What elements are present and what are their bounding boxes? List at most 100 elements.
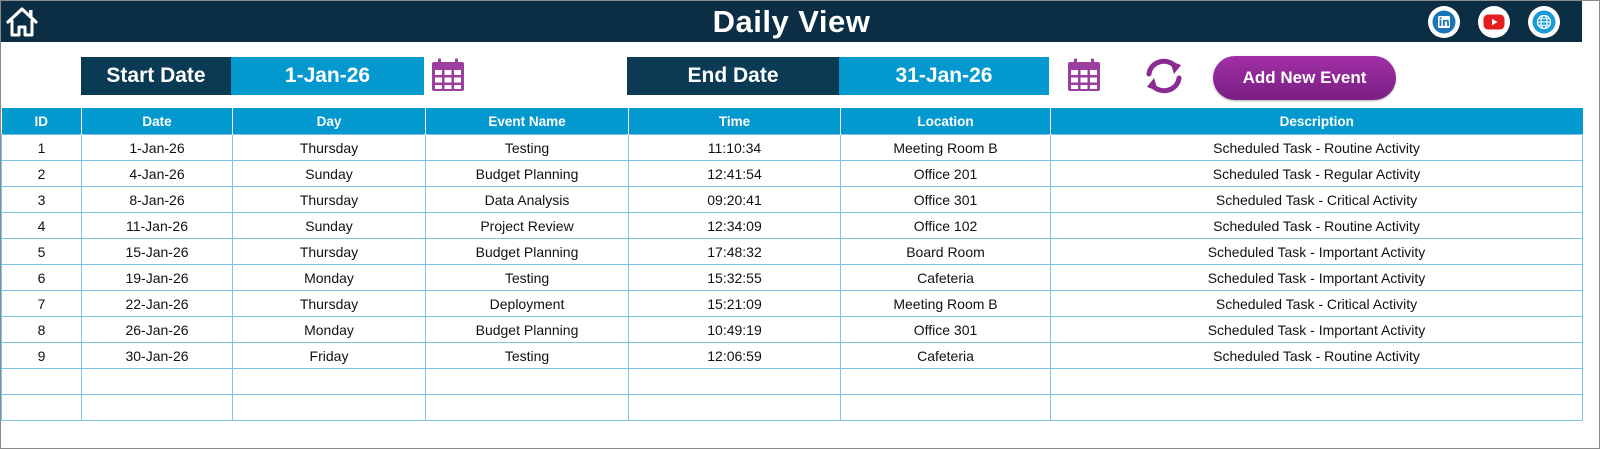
end-date-label: End Date: [627, 57, 839, 95]
table-cell: 11:10:34: [628, 134, 841, 161]
table-row[interactable]: 9 30-Jan-26 Friday Testing 12:06:59 Cafeteria…: [1, 342, 1583, 369]
table-cell: Scheduled Task - Important Activity: [1050, 264, 1583, 291]
table-cell: 1: [1, 134, 82, 161]
table-cell: 22-Jan-26: [81, 290, 233, 317]
table-cell: Deployment: [425, 290, 629, 317]
table-cell: Scheduled Task - Important Activity: [1050, 238, 1583, 265]
table-cell: Scheduled Task - Routine Activity: [1050, 212, 1583, 239]
website-icon[interactable]: [1528, 6, 1560, 38]
table-cell: 15-Jan-26: [81, 238, 233, 265]
table-cell: 12:34:09: [628, 212, 841, 239]
table-cell: Thursday: [232, 186, 426, 213]
table-cell: [628, 394, 841, 421]
table-row[interactable]: 3 8-Jan-26 Thursday Data Analysis 09:20:41 Of…: [1, 186, 1583, 213]
table-cell: [1050, 394, 1583, 421]
table-cell: 4-Jan-26: [81, 160, 233, 187]
table-cell: Thursday: [232, 238, 426, 265]
page-title: Daily View: [712, 4, 871, 39]
end-calendar-icon[interactable]: [1066, 57, 1102, 93]
table-cell: 6: [1, 264, 82, 291]
table-cell: 12:41:54: [628, 160, 841, 187]
column-header[interactable]: Time: [628, 108, 841, 135]
table-cell: Scheduled Task - Routine Activity: [1050, 342, 1583, 369]
table-cell: Office 301: [840, 316, 1051, 343]
table-cell: Scheduled Task - Critical Activity: [1050, 186, 1583, 213]
start-calendar-icon[interactable]: [430, 57, 466, 93]
end-date-value[interactable]: 31-Jan-26: [839, 57, 1049, 95]
table-cell: Meeting Room B: [840, 134, 1051, 161]
table-cell: Budget Planning: [425, 316, 629, 343]
table-cell: [628, 368, 841, 395]
column-header[interactable]: Description: [1050, 108, 1583, 135]
table-cell: [232, 394, 426, 421]
column-header[interactable]: Location: [840, 108, 1051, 135]
table-cell: [840, 368, 1051, 395]
youtube-icon[interactable]: [1478, 6, 1510, 38]
table-cell: Scheduled Task - Routine Activity: [1050, 134, 1583, 161]
table-cell: Monday: [232, 264, 426, 291]
table-cell: [81, 368, 233, 395]
table-cell: [425, 394, 629, 421]
home-icon[interactable]: [5, 5, 39, 39]
table-cell: 09:20:41: [628, 186, 841, 213]
table-cell: Cafeteria: [840, 264, 1051, 291]
table-row[interactable]: [1, 368, 1583, 395]
table-body: 1 1-Jan-26 Thursday Testing 11:10:34 Meeting …: [1, 134, 1583, 421]
table-row[interactable]: 1 1-Jan-26 Thursday Testing 11:10:34 Meeting …: [1, 134, 1583, 161]
table-cell: 8: [1, 316, 82, 343]
table-row[interactable]: [1, 394, 1583, 421]
table-row[interactable]: 4 11-Jan-26 Sunday Project Review 12:34:09 Of…: [1, 212, 1583, 239]
table-cell: Scheduled Task - Critical Activity: [1050, 290, 1583, 317]
linkedin-icon[interactable]: [1428, 6, 1460, 38]
column-header[interactable]: Event Name: [425, 108, 629, 135]
table-cell: 15:32:55: [628, 264, 841, 291]
add-new-event-button[interactable]: Add New Event: [1213, 56, 1396, 100]
table-cell: 19-Jan-26: [81, 264, 233, 291]
table-row[interactable]: 7 22-Jan-26 Thursday Deployment 15:21:09 Meet…: [1, 290, 1583, 317]
table-cell: [232, 368, 426, 395]
table-cell: Budget Planning: [425, 238, 629, 265]
table-cell: Thursday: [232, 290, 426, 317]
table-cell: Project Review: [425, 212, 629, 239]
table-cell: 8-Jan-26: [81, 186, 233, 213]
table-cell: Friday: [232, 342, 426, 369]
column-header[interactable]: Day: [232, 108, 426, 135]
table-cell: 9: [1, 342, 82, 369]
table-row[interactable]: 2 4-Jan-26 Sunday Budget Planning 12:41:54 Of…: [1, 160, 1583, 187]
table-cell: 15:21:09: [628, 290, 841, 317]
table-cell: [81, 394, 233, 421]
table-cell: [1050, 368, 1583, 395]
table-cell: Monday: [232, 316, 426, 343]
table-cell: [840, 394, 1051, 421]
column-header[interactable]: ID: [1, 108, 82, 135]
start-date-value[interactable]: 1-Jan-26: [231, 57, 424, 95]
table-cell: [1, 394, 82, 421]
table-cell: Budget Planning: [425, 160, 629, 187]
table-cell: Board Room: [840, 238, 1051, 265]
table-cell: [425, 368, 629, 395]
table-header-row: ID Date Day Event Name Time Location Descripti…: [1, 108, 1583, 135]
refresh-icon[interactable]: [1141, 56, 1187, 96]
table-cell: Sunday: [232, 212, 426, 239]
table-cell: 11-Jan-26: [81, 212, 233, 239]
table-cell: 30-Jan-26: [81, 342, 233, 369]
table-row[interactable]: 8 26-Jan-26 Monday Budget Planning 10:49:19 O…: [1, 316, 1583, 343]
table-cell: Cafeteria: [840, 342, 1051, 369]
table-cell: Office 102: [840, 212, 1051, 239]
table-row[interactable]: 5 15-Jan-26 Thursday Budget Planning 17:48:3…: [1, 238, 1583, 265]
table-cell: 5: [1, 238, 82, 265]
table-row[interactable]: 6 19-Jan-26 Monday Testing 15:32:55 Cafeteria…: [1, 264, 1583, 291]
table-cell: Meeting Room B: [840, 290, 1051, 317]
table-cell: Scheduled Task - Important Activity: [1050, 316, 1583, 343]
table-cell: Scheduled Task - Regular Activity: [1050, 160, 1583, 187]
title-bar: Daily View: [1, 1, 1582, 42]
table-cell: Testing: [425, 342, 629, 369]
column-header[interactable]: Date: [81, 108, 233, 135]
events-table: ID Date Day Event Name Time Location Descripti…: [1, 108, 1583, 421]
table-cell: 10:49:19: [628, 316, 841, 343]
table-cell: 26-Jan-26: [81, 316, 233, 343]
table-cell: Testing: [425, 264, 629, 291]
table-cell: Office 201: [840, 160, 1051, 187]
table-cell: Testing: [425, 134, 629, 161]
table-cell: Data Analysis: [425, 186, 629, 213]
